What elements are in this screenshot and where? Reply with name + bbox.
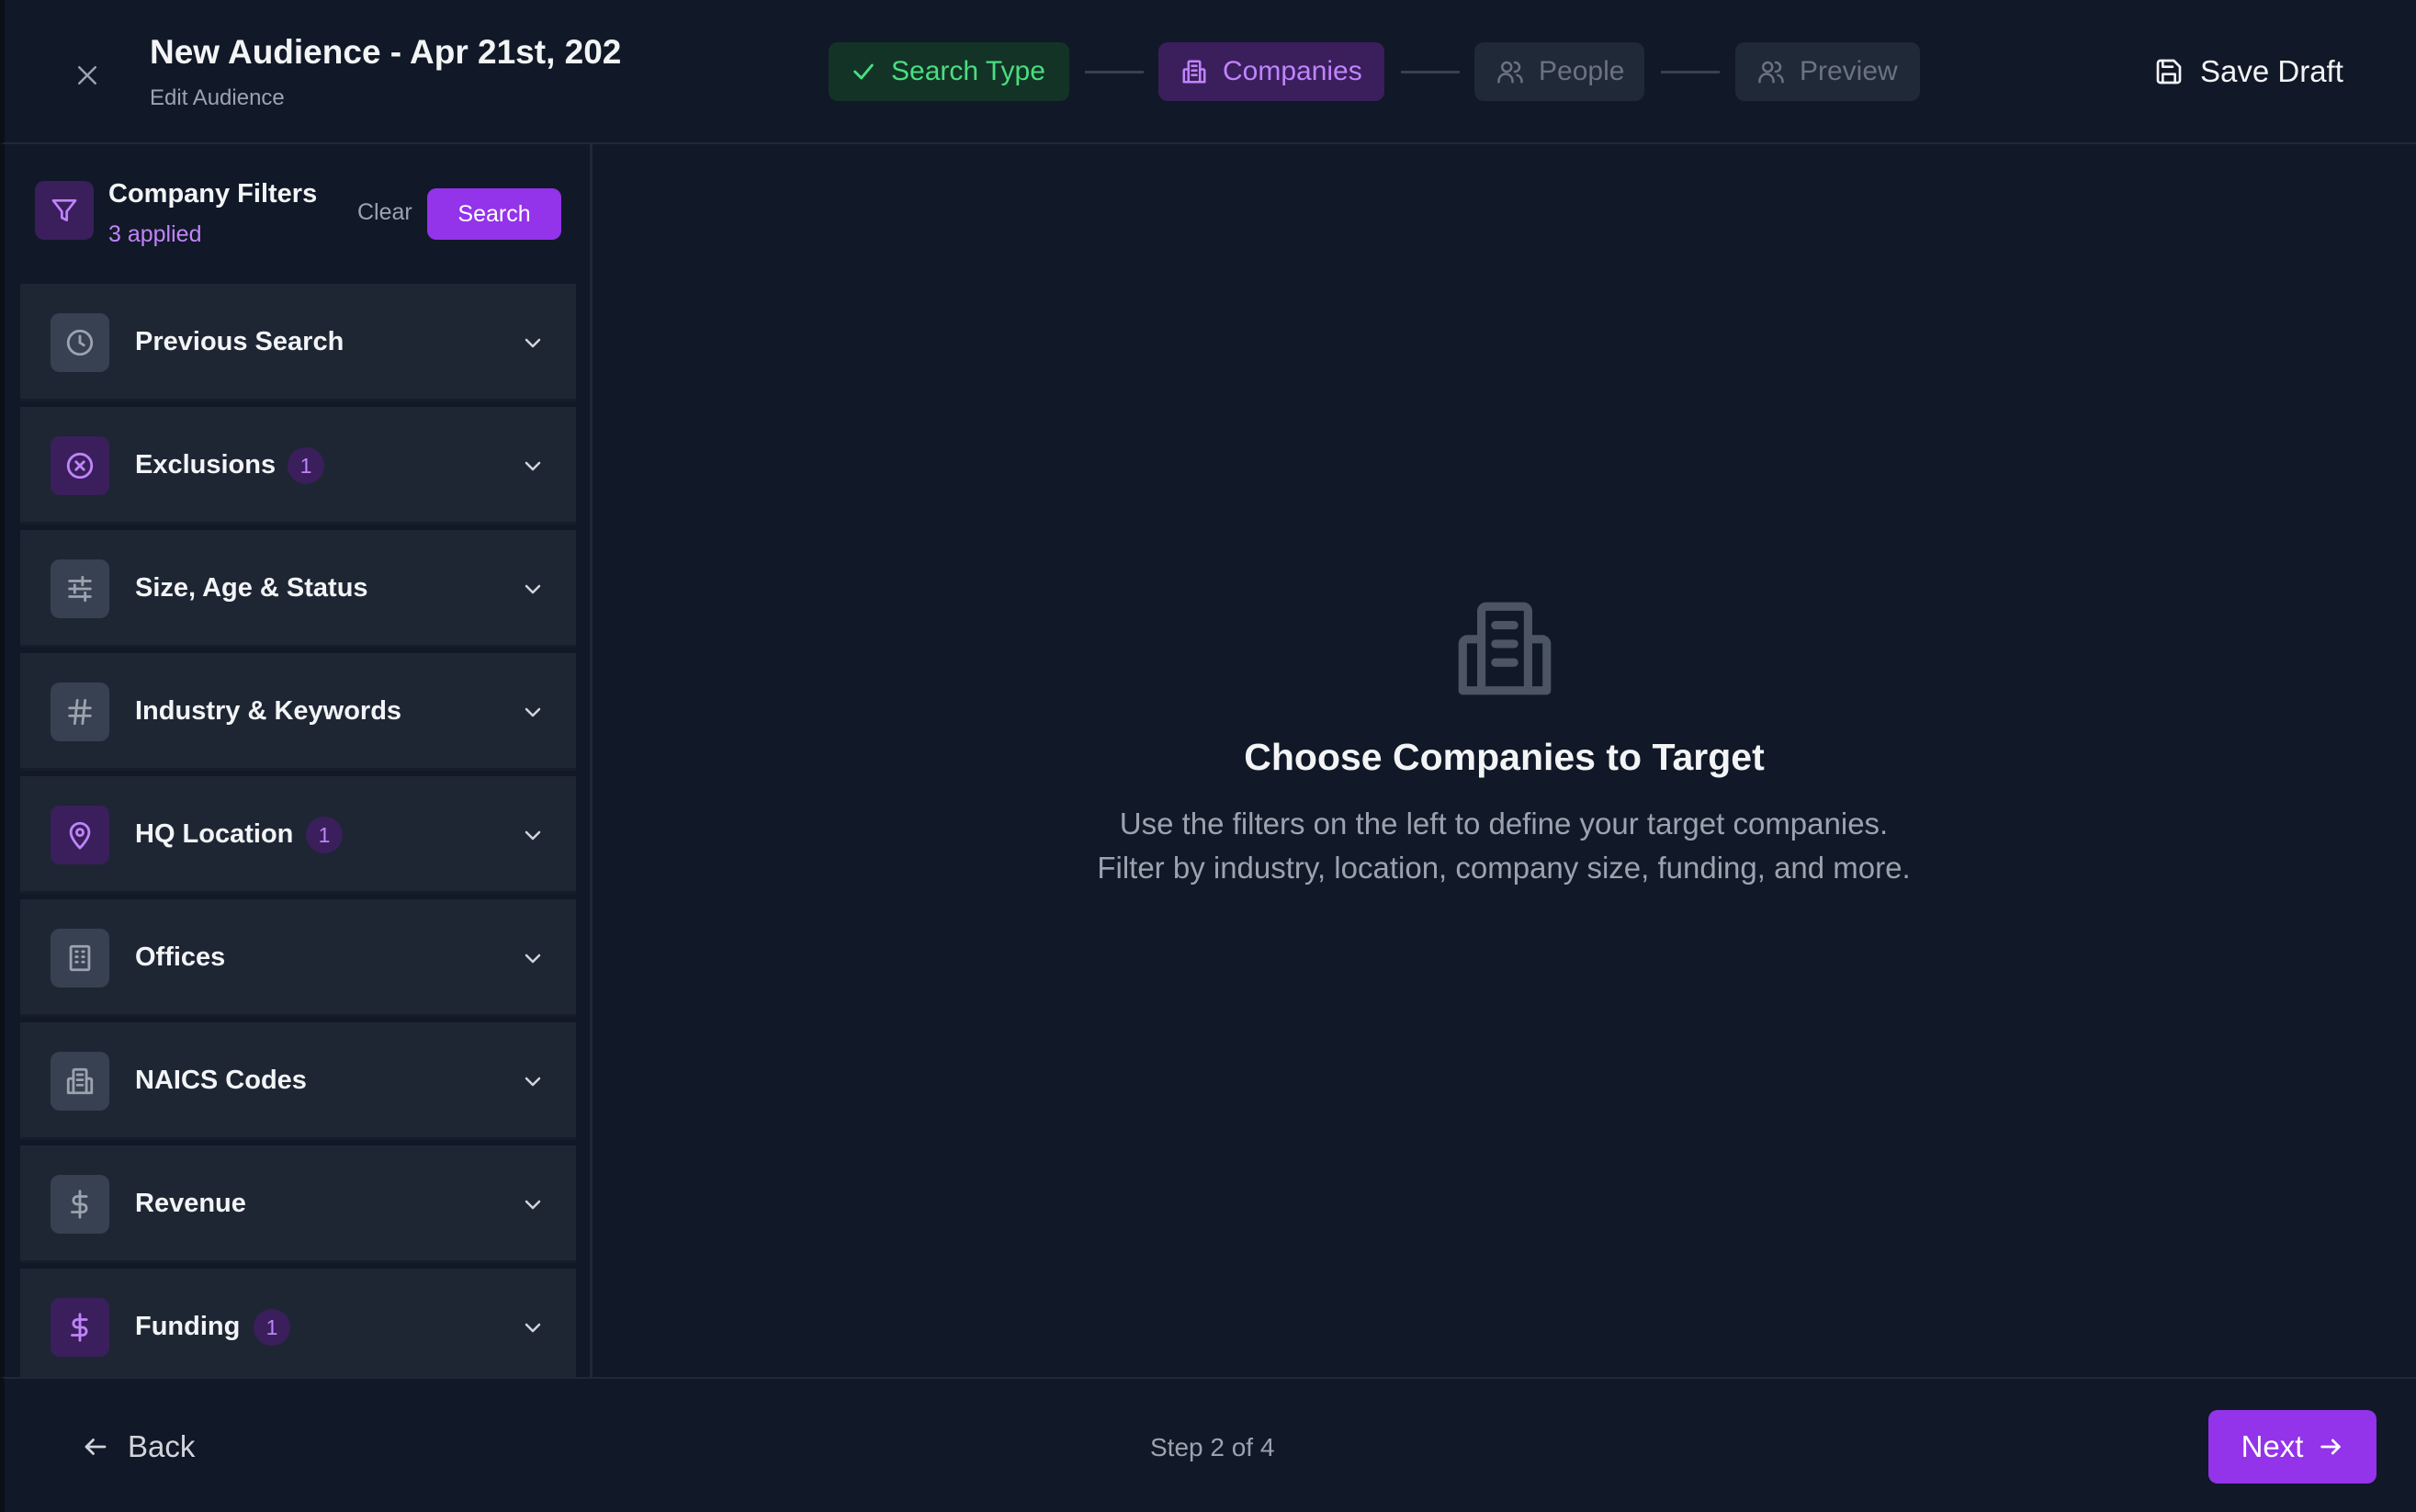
filter-label: Exclusions — [135, 450, 277, 480]
arrow-right-icon — [2320, 1439, 2342, 1455]
filter-icon-box — [35, 181, 94, 240]
check-icon — [853, 63, 874, 80]
chevron-down-icon — [525, 1323, 541, 1333]
empty-state-title: Choose Companies to Target — [1244, 736, 1765, 778]
filter-icon-box — [51, 1298, 109, 1357]
save-draft-label: Save Draft — [2200, 54, 2343, 88]
audience-builder: New Audience - Apr 21st, 2025 Edit Audie… — [0, 0, 2416, 1512]
filter-label: Funding — [135, 1312, 241, 1341]
step-preview[interactable]: Preview — [1735, 42, 1920, 101]
filter-icon-box — [51, 559, 109, 618]
chevron-down-icon — [525, 830, 541, 841]
clear-button[interactable]: Clear — [357, 199, 412, 226]
filter-icon-box — [51, 929, 109, 987]
hash-icon — [68, 698, 92, 726]
users-icon — [1497, 61, 1523, 84]
step-label: People — [1539, 56, 1625, 86]
back-label: Back — [128, 1429, 196, 1463]
x-circle-icon — [66, 452, 94, 480]
empty-state-description: Use the filters on the left to define yo… — [1097, 807, 1911, 885]
filter-label: Size, Age & Status — [135, 573, 368, 603]
users-icon — [1758, 61, 1784, 84]
step-indicator: Step 2 of 4 — [1150, 1433, 1275, 1461]
search-button[interactable]: Search — [427, 188, 561, 240]
step-search-type[interactable]: Search Type — [829, 42, 1069, 101]
footer: Back Step 2 of 4 Next — [0, 1377, 2416, 1512]
chevron-down-icon — [525, 338, 541, 348]
filter-icon — [51, 199, 77, 221]
filter-icon-box — [51, 1175, 109, 1234]
filter-size-age-status[interactable]: Size, Age & Status — [20, 530, 576, 648]
building-icon — [1182, 60, 1206, 84]
filter-naics-codes[interactable]: NAICS Codes — [20, 1022, 576, 1140]
save-icon — [2156, 59, 2182, 85]
filters-title: Company Filters — [108, 179, 318, 209]
step-label: Search Type — [891, 56, 1045, 86]
dollar-icon — [71, 1190, 88, 1219]
filter-icon-box — [51, 436, 109, 495]
filters-header: Company Filters 3 applied Clear Search — [5, 144, 590, 284]
filter-label: NAICS Codes — [135, 1066, 307, 1095]
filter-count-badge: 1 — [288, 447, 324, 484]
filter-icon-box — [51, 1052, 109, 1111]
filter-hq-location[interactable]: HQ Location 1 — [20, 776, 576, 894]
filter-label: Previous Search — [135, 327, 344, 356]
audience-title[interactable]: New Audience - Apr 21st, 2025 — [150, 33, 620, 77]
next-button[interactable]: Next — [2208, 1410, 2376, 1484]
header: New Audience - Apr 21st, 2025 Edit Audie… — [0, 0, 2416, 144]
building-icon — [1458, 602, 1552, 695]
chevron-down-icon — [525, 584, 541, 594]
chevron-down-icon — [525, 1200, 541, 1210]
filter-icon-box — [51, 683, 109, 741]
map-pin-icon — [69, 821, 91, 850]
filter-icon-box — [51, 806, 109, 864]
step-connector — [1085, 71, 1144, 73]
chevron-down-icon — [525, 953, 541, 964]
filter-funding[interactable]: Funding 1 — [20, 1269, 576, 1377]
filter-label: Industry & Keywords — [135, 696, 402, 726]
back-button[interactable]: Back — [82, 1425, 195, 1469]
filter-label: Revenue — [135, 1189, 246, 1218]
step-connector — [1401, 71, 1460, 73]
filter-label: HQ Location — [135, 819, 294, 849]
chevron-down-icon — [525, 1077, 541, 1087]
building-icon — [66, 1067, 94, 1095]
office-building-icon — [69, 944, 91, 972]
step-connector — [1661, 71, 1720, 73]
arrow-left-icon — [85, 1439, 107, 1455]
filter-exclusions[interactable]: Exclusions 1 — [20, 407, 576, 525]
chevron-down-icon — [525, 461, 541, 471]
filters-sidebar: Company Filters 3 applied Clear Search P… — [0, 144, 593, 1377]
dollar-icon — [71, 1313, 88, 1342]
main-content: Choose Companies to Target Use the filte… — [593, 144, 2416, 1377]
filter-previous-search[interactable]: Previous Search — [20, 284, 576, 401]
step-companies[interactable]: Companies — [1158, 42, 1384, 101]
filter-count-badge: 1 — [306, 817, 343, 853]
close-icon — [78, 66, 96, 85]
chevron-down-icon — [525, 707, 541, 717]
sliders-icon — [68, 575, 92, 603]
step-label: Preview — [1800, 56, 1898, 86]
filters-applied-count: 3 applied — [108, 221, 202, 247]
clock-icon — [66, 329, 94, 356]
filter-label: Offices — [135, 942, 226, 972]
audience-subtitle: Edit Audience — [150, 85, 285, 110]
save-draft-button[interactable]: Save Draft — [2154, 48, 2343, 96]
next-label: Next — [2241, 1429, 2304, 1463]
filter-icon-box — [51, 313, 109, 372]
close-button[interactable] — [65, 53, 109, 97]
filter-offices[interactable]: Offices — [20, 899, 576, 1017]
filter-industry-keywords[interactable]: Industry & Keywords — [20, 653, 576, 771]
filter-count-badge: 1 — [254, 1309, 290, 1346]
filter-revenue[interactable]: Revenue — [20, 1145, 576, 1263]
step-label: Companies — [1223, 56, 1362, 86]
step-people[interactable]: People — [1474, 42, 1644, 101]
